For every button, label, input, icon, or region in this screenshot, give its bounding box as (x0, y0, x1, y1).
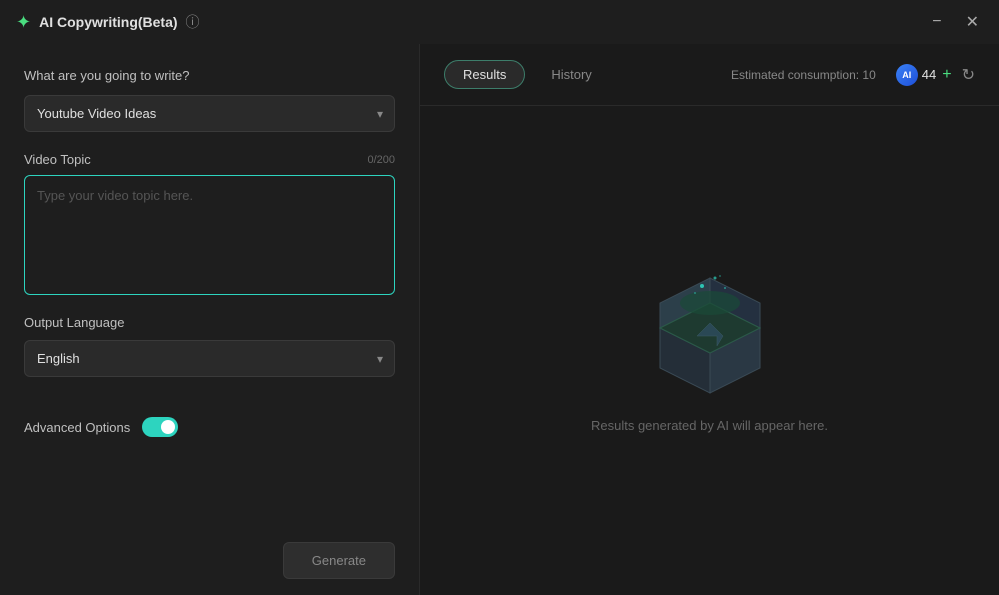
ai-avatar: AI (896, 64, 918, 86)
output-language-label: Output Language (24, 315, 395, 330)
tab-history[interactable]: History (533, 61, 609, 88)
advanced-options-row: Advanced Options (24, 417, 395, 437)
main-content: What are you going to write? Youtube Vid… (0, 44, 999, 595)
advanced-options-label: Advanced Options (24, 420, 130, 435)
tab-results[interactable]: Results (444, 60, 525, 89)
generate-btn-wrapper: Generate (24, 542, 395, 579)
title-bar: ✦ AI Copywriting(Beta) ⓘ − ✕ (0, 0, 999, 44)
minimize-button[interactable]: − (928, 9, 945, 35)
video-topic-label: Video Topic (24, 152, 91, 167)
toggle-track (142, 417, 178, 437)
empty-state: Results generated by AI will appear here… (420, 106, 999, 595)
video-topic-input[interactable] (24, 175, 395, 295)
refresh-button[interactable]: ↻ (962, 65, 975, 85)
right-panel: Results History Estimated consumption: 1… (420, 44, 999, 595)
app-logo-icon: ✦ (16, 12, 31, 33)
content-type-select-wrapper: Youtube Video Ideas Blog Post Social Med… (24, 95, 395, 132)
empty-state-text: Results generated by AI will appear here… (591, 418, 828, 433)
consumption-label: Estimated consumption: 10 (731, 68, 876, 82)
topic-field-header: Video Topic 0/200 (24, 152, 395, 167)
title-bar-controls: − ✕ (928, 8, 983, 36)
close-button[interactable]: ✕ (962, 8, 983, 36)
content-type-select[interactable]: Youtube Video Ideas Blog Post Social Med… (24, 95, 395, 132)
language-select[interactable]: English Spanish French German Chinese (24, 340, 395, 377)
toggle-thumb (161, 420, 175, 434)
add-credits-button[interactable]: + (940, 66, 953, 84)
help-icon[interactable]: ⓘ (186, 12, 200, 32)
empty-box-illustration (640, 268, 780, 398)
char-count: 0/200 (367, 154, 395, 166)
advanced-options-toggle[interactable] (142, 417, 178, 437)
credits-badge: AI 44 + ↻ (896, 64, 975, 86)
app-title: AI Copywriting(Beta) (39, 14, 177, 30)
generate-button[interactable]: Generate (283, 542, 395, 579)
right-header: Results History Estimated consumption: 1… (420, 44, 999, 106)
left-panel: What are you going to write? Youtube Vid… (0, 44, 420, 595)
language-select-wrapper: English Spanish French German Chinese ▾ (24, 340, 395, 377)
credits-count: 44 (922, 67, 936, 82)
question-label: What are you going to write? (24, 68, 395, 83)
title-bar-left: ✦ AI Copywriting(Beta) ⓘ (16, 12, 200, 33)
